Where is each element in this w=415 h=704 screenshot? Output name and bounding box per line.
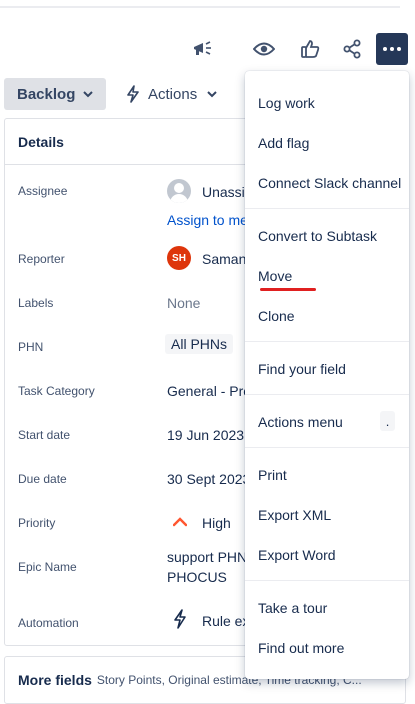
epic-name-value-line2[interactable]: PHOCUS <box>167 569 227 585</box>
issue-toolbar <box>0 33 415 65</box>
menu-item-clone[interactable]: Clone <box>258 308 295 324</box>
menu-item-convert-to-subtask[interactable]: Convert to Subtask <box>258 228 377 244</box>
priority-label: Priority <box>18 516 56 530</box>
priority-high-icon <box>173 517 187 527</box>
top-divider <box>0 6 400 8</box>
due-date-label: Due date <box>18 472 67 486</box>
menu-item-find-out-more[interactable]: Find out more <box>258 640 344 656</box>
menu-divider <box>245 341 409 342</box>
menu-divider <box>245 394 409 395</box>
keyboard-shortcut-badge: . <box>380 411 395 431</box>
actions-label: Actions <box>148 85 198 103</box>
start-date-label: Start date <box>18 428 71 442</box>
more-actions-menu: Log work Add flag Connect Slack channel … <box>245 71 409 679</box>
reporter-label: Reporter <box>18 252 65 266</box>
task-category-label: Task Category <box>18 384 95 398</box>
menu-divider <box>245 447 409 448</box>
menu-item-actions-menu[interactable]: Actions menu <box>258 414 343 430</box>
menu-item-find-your-field[interactable]: Find your field <box>258 361 346 377</box>
epic-name-value-line1[interactable]: support PHN <box>167 549 247 565</box>
labels-label: Labels <box>18 296 54 310</box>
assignee-label: Assignee <box>18 184 68 198</box>
menu-divider <box>245 208 409 209</box>
phn-value[interactable]: All PHNs <box>165 334 234 354</box>
share-icon[interactable] <box>336 33 368 65</box>
due-date-value[interactable]: 30 Sept 2023 <box>167 471 250 487</box>
automation-value[interactable]: Rule ex <box>202 613 249 629</box>
chevron-down-icon <box>83 91 94 98</box>
menu-item-export-xml[interactable]: Export XML <box>258 507 331 523</box>
assign-to-me-link[interactable]: Assign to me <box>167 212 248 228</box>
annotation-underline <box>260 288 316 291</box>
chevron-down-icon <box>207 91 217 98</box>
task-category-value[interactable]: General - Pro <box>167 383 251 399</box>
phn-label: PHN <box>18 340 44 354</box>
labels-value[interactable]: None <box>167 295 200 311</box>
more-icon <box>383 47 387 51</box>
menu-item-print[interactable]: Print <box>258 467 287 483</box>
status-label: Backlog <box>17 85 76 103</box>
thumbs-up-icon[interactable] <box>294 33 326 65</box>
actions-dropdown-button[interactable]: Actions <box>126 78 217 110</box>
details-title: Details <box>18 133 64 150</box>
more-actions-button[interactable] <box>376 33 408 65</box>
priority-value[interactable]: High <box>202 515 231 531</box>
epic-name-label: Epic Name <box>18 560 77 574</box>
reporter-value[interactable]: Samant <box>202 251 250 267</box>
megaphone-icon[interactable] <box>186 33 218 65</box>
more-fields-title: More fields <box>18 672 92 688</box>
eye-icon[interactable] <box>248 33 280 65</box>
menu-item-move[interactable]: Move <box>258 268 292 284</box>
menu-divider <box>245 580 409 581</box>
lightning-icon <box>127 85 139 103</box>
avatar <box>167 179 191 203</box>
start-date-value[interactable]: 19 Jun 2023 <box>167 427 244 443</box>
status-dropdown-button[interactable]: Backlog <box>4 78 106 110</box>
avatar: SH <box>167 246 191 270</box>
menu-item-take-a-tour[interactable]: Take a tour <box>258 600 327 616</box>
automation-label: Automation <box>18 616 79 630</box>
menu-item-connect-slack[interactable]: Connect Slack channel <box>258 175 401 191</box>
lightning-icon <box>174 609 186 629</box>
menu-item-add-flag[interactable]: Add flag <box>258 135 309 151</box>
menu-item-log-work[interactable]: Log work <box>258 95 315 111</box>
menu-item-export-word[interactable]: Export Word <box>258 547 336 563</box>
